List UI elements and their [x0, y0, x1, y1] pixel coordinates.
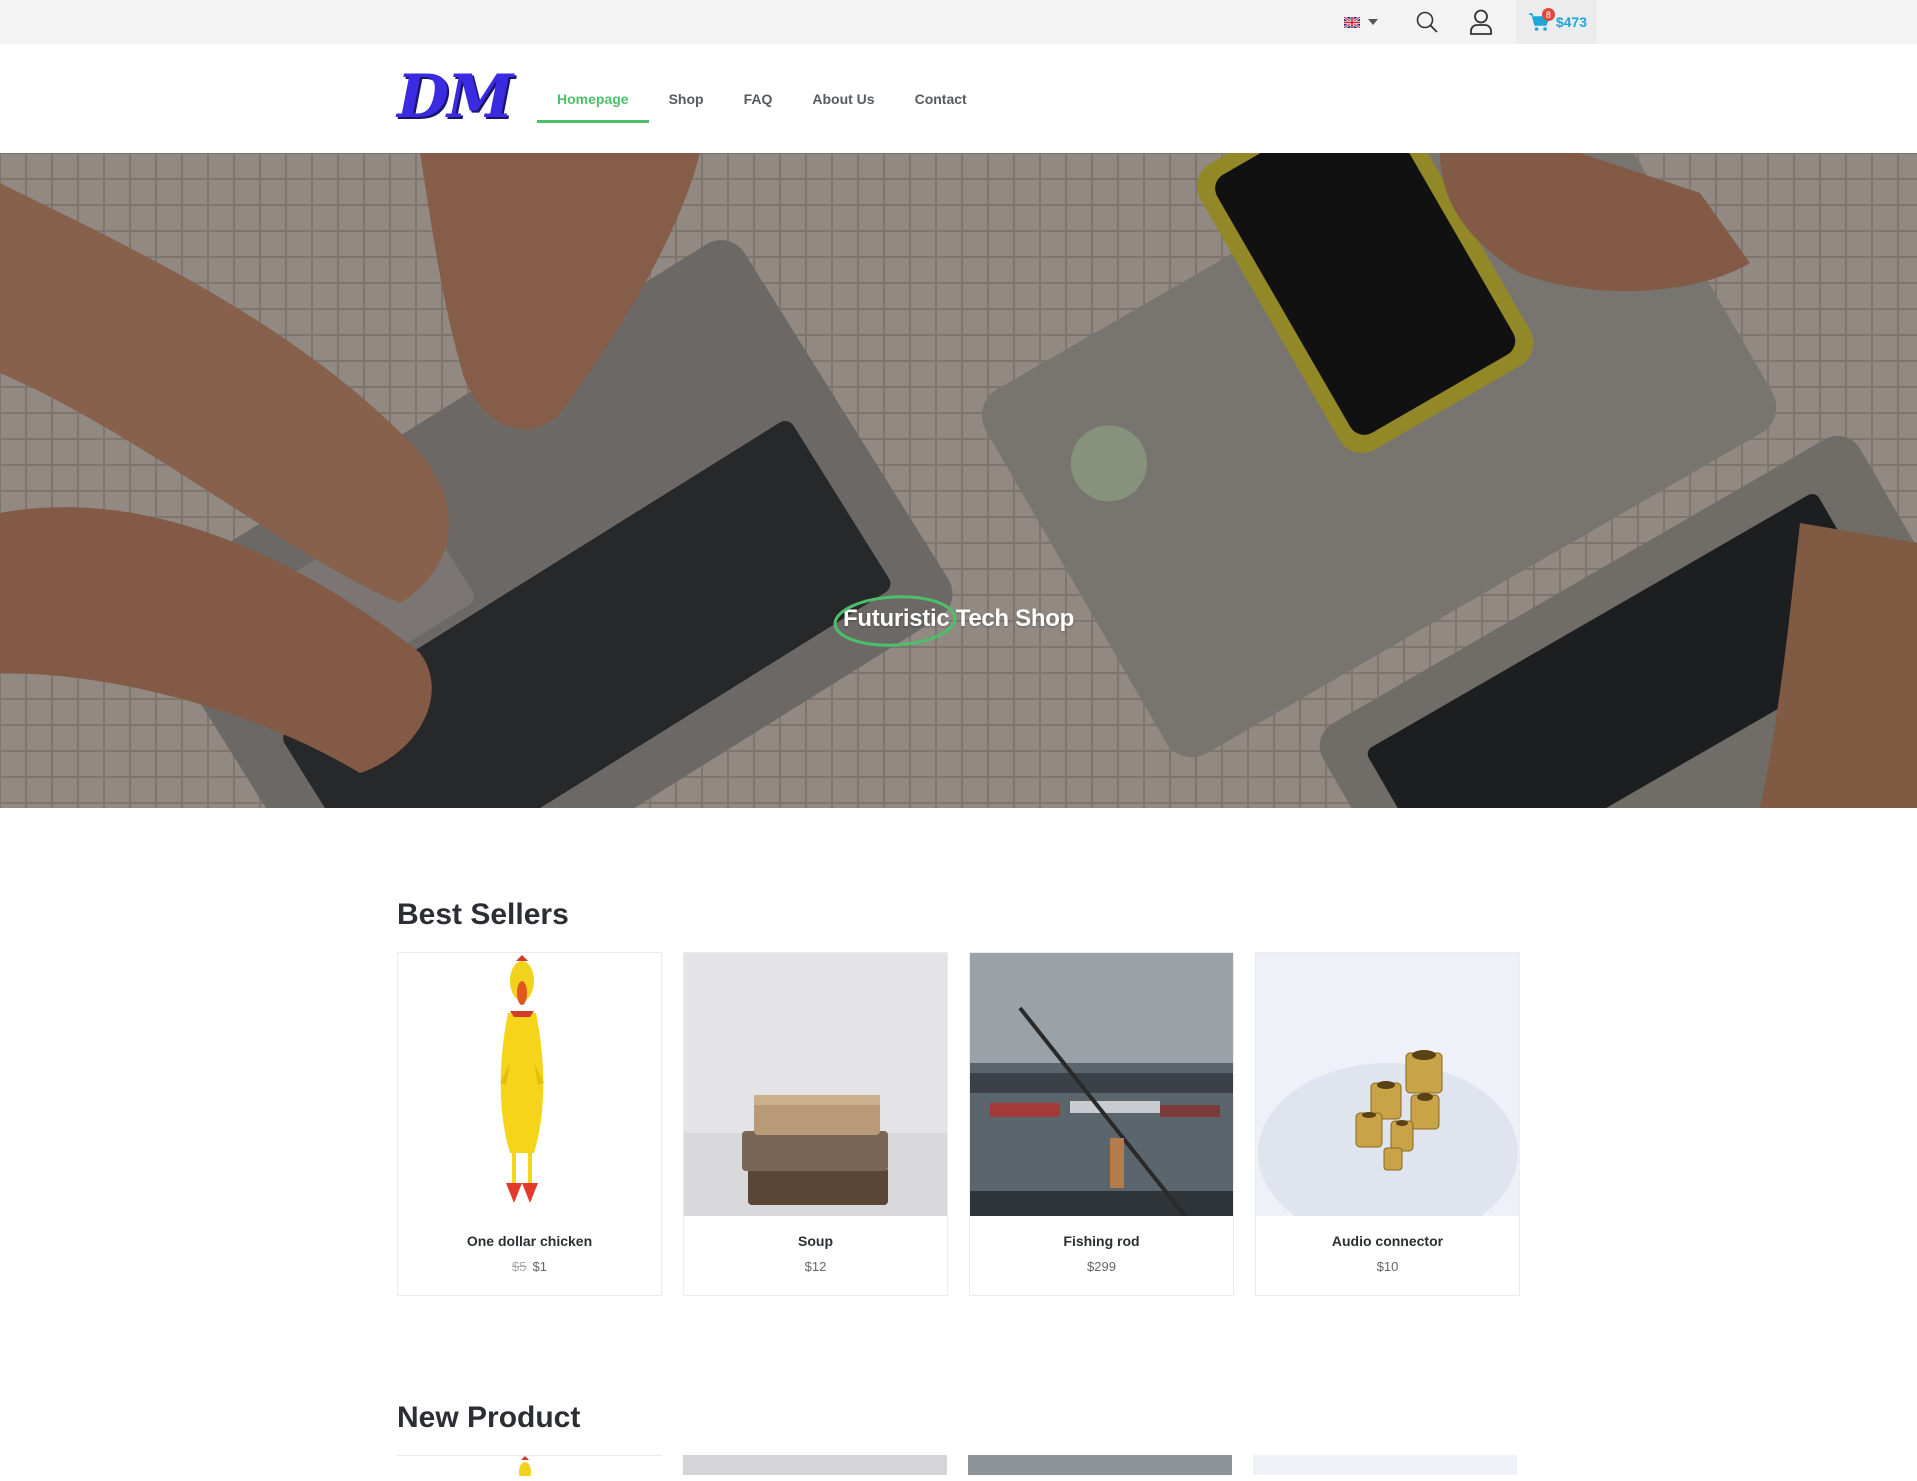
- site-header: DM Homepage Shop FAQ About Us Contact: [0, 44, 1917, 154]
- nav-about-us[interactable]: About Us: [792, 44, 894, 153]
- hero-title-rest: Tech Shop: [949, 605, 1075, 632]
- product-card[interactable]: Fishing rod $299: [969, 952, 1234, 1296]
- top-bar: 8 $473: [0, 0, 1917, 44]
- logo[interactable]: DM: [397, 66, 519, 128]
- hero-background-image: [0, 153, 1917, 808]
- product-price: $12: [684, 1259, 947, 1274]
- main-nav: Homepage Shop FAQ About Us Contact: [537, 44, 987, 153]
- product-image[interactable]: [970, 953, 1233, 1216]
- nav-shop[interactable]: Shop: [649, 44, 724, 153]
- language-selector[interactable]: [1343, 16, 1378, 28]
- product-grid: One dollar chicken $5 $1 Soup $12 Fishin…: [397, 952, 1520, 1296]
- nav-faq[interactable]: FAQ: [724, 44, 793, 153]
- section-title: New Product: [397, 1401, 581, 1434]
- cart-total: $473: [1555, 14, 1587, 30]
- cart-count-badge: 8: [1541, 8, 1555, 21]
- product-price: $299: [970, 1259, 1233, 1274]
- product-price: $5 $1: [398, 1259, 661, 1274]
- new-product-section: New Product: [397, 1401, 1517, 1481]
- hero-title: Futuristic Tech Shop: [0, 595, 1917, 647]
- cart-button[interactable]: 8 $473: [1515, 0, 1597, 44]
- hero-banner: Futuristic Tech Shop: [0, 153, 1917, 808]
- search-icon[interactable]: [1414, 9, 1440, 35]
- product-card[interactable]: [968, 1455, 1232, 1475]
- product-card[interactable]: One dollar chicken $5 $1: [397, 952, 662, 1296]
- product-name[interactable]: Fishing rod: [970, 1233, 1233, 1249]
- hand-drawn-circle-icon: [833, 595, 957, 647]
- nav-homepage[interactable]: Homepage: [537, 44, 649, 153]
- old-price: $5: [512, 1259, 527, 1274]
- product-card[interactable]: [1253, 1455, 1517, 1475]
- product-image[interactable]: [684, 953, 947, 1216]
- product-card[interactable]: [683, 1455, 947, 1475]
- product-card[interactable]: Soup $12: [683, 952, 948, 1296]
- product-name[interactable]: One dollar chicken: [398, 1233, 661, 1249]
- product-grid: [397, 1455, 1517, 1481]
- current-price: $1: [532, 1259, 547, 1274]
- product-card[interactable]: [397, 1455, 662, 1481]
- best-sellers-section: Best Sellers One dollar chicken $5 $1 So…: [397, 898, 1520, 1296]
- uk-flag-icon: [1343, 16, 1360, 28]
- section-title: Best Sellers: [397, 898, 569, 931]
- current-price: $299: [1087, 1259, 1116, 1274]
- current-price: $12: [804, 1259, 827, 1274]
- user-icon[interactable]: [1468, 9, 1494, 35]
- product-image[interactable]: [398, 953, 661, 1216]
- product-price: $10: [1256, 1259, 1519, 1274]
- hero-title-highlight: Futuristic: [833, 595, 957, 647]
- nav-contact[interactable]: Contact: [895, 44, 987, 153]
- product-name[interactable]: Soup: [684, 1233, 947, 1249]
- product-image[interactable]: [1256, 953, 1519, 1216]
- product-name[interactable]: Audio connector: [1256, 1233, 1519, 1249]
- product-card[interactable]: Audio connector $10: [1255, 952, 1520, 1296]
- chevron-down-icon: [1367, 19, 1378, 25]
- current-price: $10: [1376, 1259, 1399, 1274]
